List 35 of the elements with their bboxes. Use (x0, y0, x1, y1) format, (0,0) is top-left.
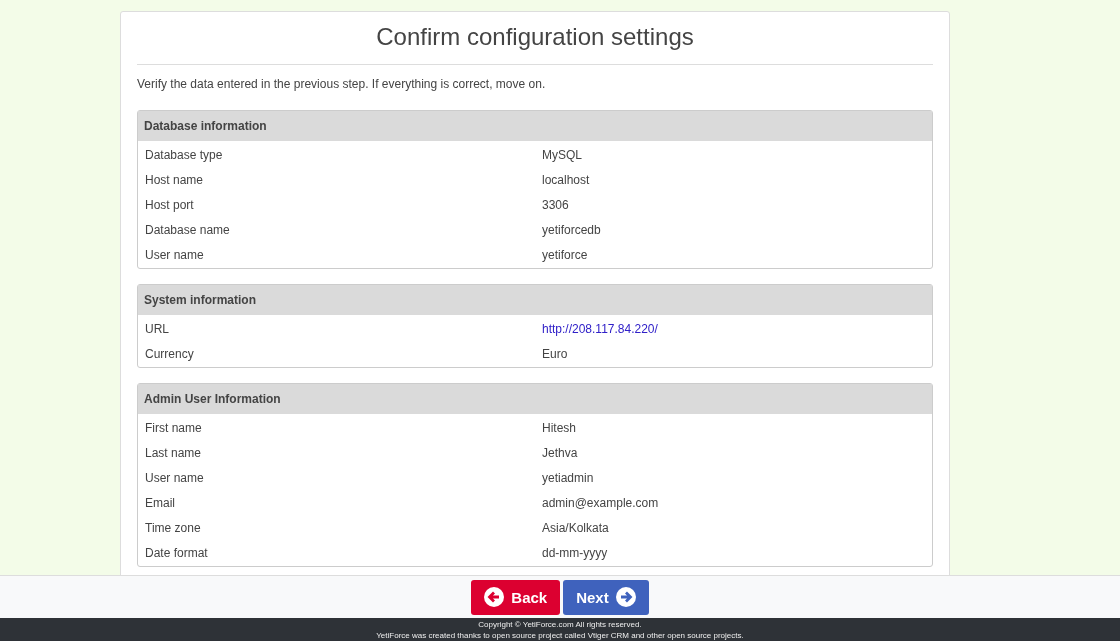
back-button[interactable]: Back (471, 579, 561, 615)
field-value: Jethva (541, 445, 579, 460)
url-link[interactable]: http://208.117.84.220/ (542, 321, 658, 336)
field-label: Currency (144, 346, 195, 361)
field-label: Database name (144, 222, 231, 237)
field-label: Last name (144, 445, 203, 460)
field-label: Time zone (144, 520, 202, 535)
field-value: yetiforcedb (541, 222, 602, 237)
footer-text: YetiForce was created thanks to open source project called Vtiger CRM and other open source projects. (376, 629, 744, 641)
field-label: URL (144, 321, 170, 336)
field-label: Date format (144, 545, 209, 560)
field-value: admin@example.com (541, 495, 660, 510)
field-label: User name (144, 247, 205, 262)
panel-header: Database information (138, 111, 932, 141)
panel-header: Admin User Information (138, 384, 932, 414)
field-value: yetiadmin (541, 470, 595, 485)
field-label: User name (144, 470, 205, 485)
field-value: Hitesh (541, 420, 577, 435)
field-value: MySQL (541, 147, 583, 162)
field-value: Euro (541, 346, 569, 361)
next-button[interactable]: Next (563, 579, 649, 615)
field-value: Asia/Kolkata (541, 520, 610, 535)
field-label: Host port (144, 197, 195, 212)
field-label: Email (144, 495, 176, 510)
footer-text: Copyright © YetiForce.com All rights reserved. (478, 618, 642, 630)
field-value: dd-mm-yyyy (541, 545, 609, 560)
intro-text: Verify the data entered in the previous step. If everything is correct, move on. (137, 77, 547, 91)
field-value: localhost (541, 172, 591, 187)
panel-header: System information (138, 285, 932, 315)
field-label: First name (144, 420, 203, 435)
field-label: Host name (144, 172, 205, 187)
field-label: Database type (144, 147, 224, 162)
field-value: 3306 (541, 197, 570, 212)
page-title: Confirm configuration settings (375, 23, 695, 51)
field-value: yetiforce (541, 247, 589, 262)
